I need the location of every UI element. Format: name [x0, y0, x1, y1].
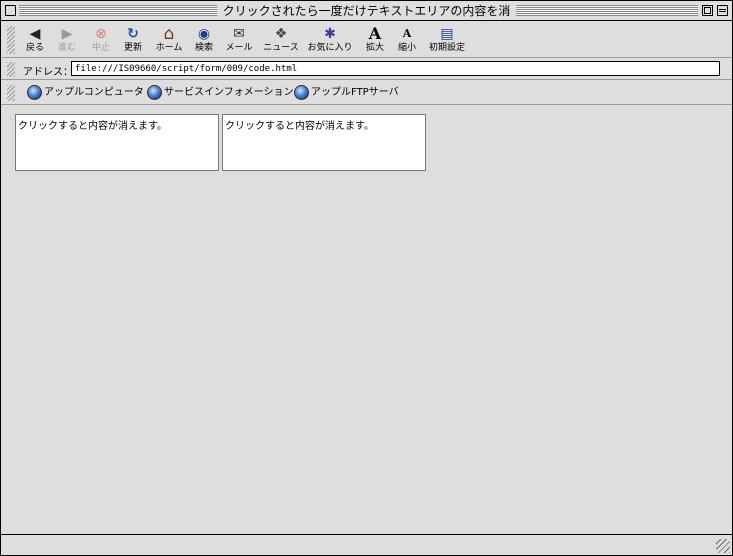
favorite-apple-ftp-server[interactable]: アップルFTPサーバ	[294, 84, 399, 102]
browser-window: クリックされたら一度だけテキストエリアの内容を消 ◀ 戻る ▶ 進む ⊗ 中止 …	[0, 0, 733, 556]
zoom-box[interactable]	[702, 5, 713, 16]
collapse-box[interactable]	[717, 5, 728, 16]
title-bar[interactable]: クリックされたら一度だけテキストエリアの内容を消	[1, 1, 732, 21]
refresh-button[interactable]: ↻ 更新	[115, 25, 151, 54]
text-larger-label: 拡大	[365, 43, 384, 53]
close-box[interactable]	[5, 5, 16, 16]
news-label: ニュース	[263, 43, 299, 53]
forward-arrow-icon: ▶	[61, 26, 73, 42]
forward-button[interactable]: ▶ 進む	[49, 25, 85, 54]
preferences-button[interactable]: ▤ 初期設定	[425, 25, 469, 54]
home-label: ホーム	[155, 43, 183, 53]
refresh-icon: ↻	[127, 26, 139, 42]
home-icon: ⌂	[163, 24, 175, 44]
page-content: クリックすると内容が消えます。 クリックすると内容が消えます。	[1, 106, 732, 534]
back-label: 戻る	[25, 43, 44, 53]
back-arrow-icon: ◀	[29, 26, 41, 42]
news-icon: ❖	[274, 26, 288, 42]
button-toolbar: ◀ 戻る ▶ 進む ⊗ 中止 ↻ 更新 ⌂ ホーム ◉ 検索 ✉ メール ❖ ニ	[1, 22, 732, 58]
favorite-label: アップルコンピュータ	[44, 87, 144, 98]
globe-icon	[147, 84, 162, 100]
forward-label: 進む	[57, 43, 76, 53]
text-larger-icon: A	[368, 24, 382, 43]
back-button[interactable]: ◀ 戻る	[17, 25, 53, 54]
globe-icon	[294, 84, 309, 100]
favorite-label: アップルFTPサーバ	[311, 87, 399, 98]
favorites-icon: ✱	[324, 26, 336, 42]
refresh-label: 更新	[123, 43, 142, 53]
preferences-label: 初期設定	[428, 43, 465, 53]
news-button[interactable]: ❖ ニュース	[263, 25, 299, 54]
text-smaller-icon: A	[402, 27, 412, 40]
resize-grip[interactable]	[716, 539, 730, 553]
globe-icon	[27, 84, 42, 100]
favorites-bar: アップルコンピュータ サービスインフォメーション アップルFTPサーバ	[1, 81, 732, 105]
textarea-2[interactable]: クリックすると内容が消えます。	[222, 114, 426, 171]
stop-button[interactable]: ⊗ 中止	[83, 25, 119, 54]
favorites-button[interactable]: ✱ お気に入り	[307, 25, 353, 54]
textarea-1[interactable]: クリックすると内容が消えます。	[15, 114, 219, 171]
text-smaller-label: 縮小	[397, 43, 416, 53]
home-button[interactable]: ⌂ ホーム	[151, 25, 187, 54]
status-bar	[1, 534, 732, 555]
mail-icon: ✉	[233, 26, 245, 42]
mail-label: メール	[225, 43, 253, 53]
favorites-bar-grip[interactable]	[7, 85, 15, 101]
mail-button[interactable]: ✉ メール	[221, 25, 257, 54]
preferences-icon: ▤	[440, 26, 454, 42]
favorite-service-information[interactable]: サービスインフォメーション	[147, 84, 294, 102]
address-input[interactable]: file:///IS09660/script/form/009/code.htm…	[71, 61, 720, 76]
toolbar-grip[interactable]	[7, 26, 15, 54]
address-bar-grip[interactable]	[7, 62, 15, 77]
favorite-label: サービスインフォメーション	[164, 87, 294, 98]
favorite-apple-computer[interactable]: アップルコンピュータ	[27, 84, 144, 102]
stop-label: 中止	[91, 43, 110, 53]
text-larger-button[interactable]: A 拡大	[357, 25, 393, 54]
search-globe-icon: ◉	[197, 26, 211, 42]
favorites-label: お気に入り	[307, 43, 353, 53]
search-button[interactable]: ◉ 検索	[186, 25, 222, 54]
window-title: クリックされたら一度だけテキストエリアの内容を消	[216, 3, 517, 19]
search-label: 検索	[194, 43, 213, 53]
text-smaller-button[interactable]: A 縮小	[389, 25, 425, 54]
address-label: アドレス：	[23, 67, 73, 78]
address-bar: アドレス： file:///IS09660/script/form/009/co…	[1, 59, 732, 80]
stop-icon: ⊗	[95, 26, 107, 42]
